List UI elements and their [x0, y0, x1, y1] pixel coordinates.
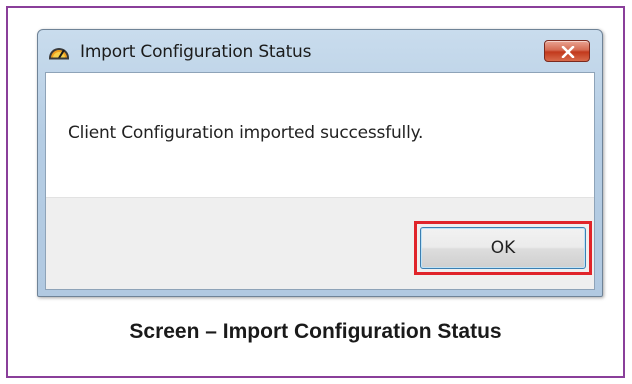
import-status-dialog: Import Configuration Status Client Confi… [37, 29, 603, 297]
screenshot-frame: Import Configuration Status Client Confi… [6, 6, 625, 378]
status-message: Client Configuration imported successful… [68, 123, 424, 143]
dialog-title: Import Configuration Status [80, 42, 312, 62]
dialog-body: Client Configuration imported successful… [45, 72, 595, 290]
title-bar: Import Configuration Status [38, 30, 602, 72]
dialog-footer: OK [46, 197, 594, 289]
figure-caption: Screen – Import Configuration Status [129, 320, 502, 343]
ok-button[interactable]: OK [420, 227, 586, 269]
speedometer-icon [48, 42, 70, 60]
ok-button-highlight: OK [414, 221, 592, 275]
close-button[interactable] [544, 40, 590, 62]
close-icon [561, 46, 575, 58]
